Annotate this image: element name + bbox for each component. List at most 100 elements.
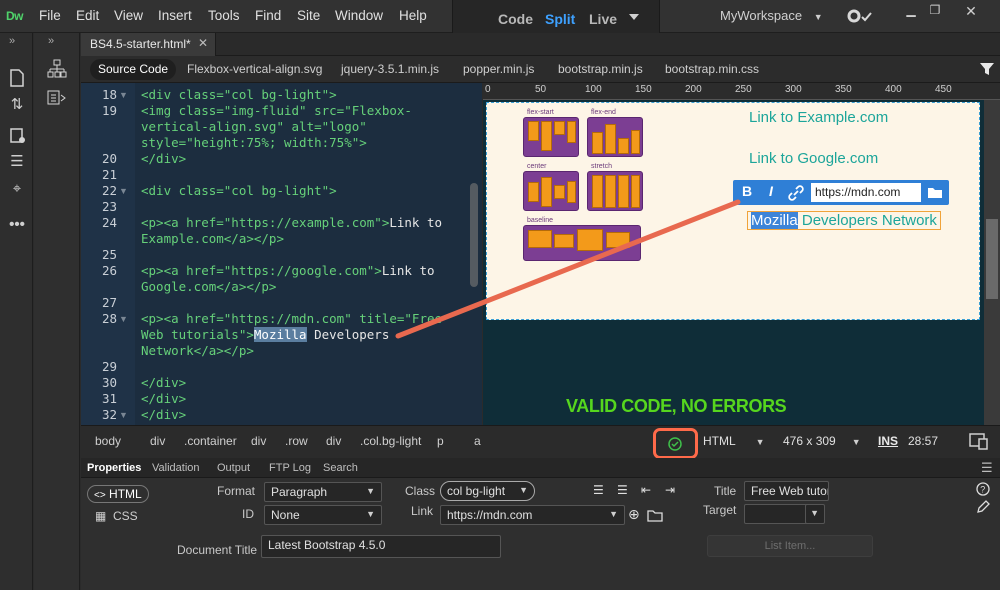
- code-line[interactable]: <img class="img-fluid" src="Flexbox-: [141, 103, 412, 118]
- document-tab[interactable]: BS4.5-starter.html* ✕: [81, 33, 216, 56]
- outdent-icon[interactable]: ⇤: [641, 483, 651, 497]
- code-line[interactable]: </div>: [141, 407, 186, 422]
- window-size-select[interactable]: 476 x 309 ▼: [783, 434, 861, 448]
- code-line[interactable]: Web tutorials">Mozilla Developers: [141, 327, 389, 342]
- tab-search[interactable]: Search: [323, 462, 358, 474]
- fold-toggle-icon[interactable]: ▼: [119, 90, 128, 100]
- unordered-list-icon[interactable]: ☰: [593, 483, 604, 497]
- related-file-source-code[interactable]: Source Code: [90, 59, 177, 80]
- menu-file[interactable]: File: [39, 8, 61, 23]
- menu-insert[interactable]: Insert: [158, 8, 192, 23]
- document-type-select[interactable]: HTML ▼: [703, 434, 765, 448]
- open-documents-icon[interactable]: [9, 69, 25, 87]
- quick-tag-editor-icon[interactable]: [976, 500, 990, 514]
- tag-crumb-container[interactable]: .container: [178, 426, 243, 456]
- document-title-input[interactable]: Latest Bootstrap 4.5.0: [261, 535, 501, 558]
- live-view[interactable]: 0 50 100 150 200 250 300 350 400 450 fle…: [483, 83, 1000, 425]
- snippets-icon[interactable]: [47, 89, 69, 107]
- tab-properties[interactable]: Properties: [87, 462, 141, 474]
- class-select[interactable]: col bg-light ▼: [440, 481, 535, 501]
- list-item-button[interactable]: List Item...: [707, 535, 873, 557]
- google-link[interactable]: Link to Google.com: [749, 150, 878, 167]
- code-line[interactable]: <p><a href="https://google.com">Link to: [141, 263, 435, 278]
- tag-crumb-col[interactable]: .col.bg-light: [354, 426, 427, 456]
- help-icon[interactable]: ?: [976, 482, 990, 496]
- tag-crumb-div[interactable]: div: [320, 426, 347, 456]
- code-line[interactable]: </div>: [141, 391, 186, 406]
- file-management-icon[interactable]: ⇅: [7, 95, 27, 115]
- insert-mode-indicator[interactable]: INS: [878, 434, 898, 448]
- related-file-popper[interactable]: popper.min.js: [463, 62, 534, 76]
- tag-crumb-body[interactable]: body: [89, 426, 127, 456]
- flexbox-illustration[interactable]: flex-start flex-end center stretch basel…: [521, 103, 651, 263]
- rendered-page[interactable]: flex-start flex-end center stretch basel…: [486, 102, 980, 320]
- fold-toggle-icon[interactable]: ▼: [119, 314, 128, 324]
- tab-ftp-log[interactable]: FTP Log: [269, 462, 311, 474]
- close-window-icon[interactable]: ✕: [962, 3, 980, 19]
- expand-panels-icon[interactable]: »: [48, 35, 54, 47]
- fold-toggle-icon[interactable]: ▼: [119, 410, 128, 420]
- target-icon[interactable]: ⌖: [7, 179, 27, 199]
- code-line[interactable]: Example.com</a></p>: [141, 231, 284, 246]
- code-line[interactable]: style="height:75%; width:75%">: [141, 135, 367, 150]
- dom-tree-icon[interactable]: [47, 59, 67, 79]
- menu-edit[interactable]: Edit: [76, 8, 99, 23]
- menu-find[interactable]: Find: [255, 8, 281, 23]
- split-view-button[interactable]: Split: [545, 11, 575, 27]
- related-file-bootstrap-js[interactable]: bootstrap.min.js: [558, 62, 643, 76]
- id-select[interactable]: None ▼: [264, 505, 382, 525]
- code-line[interactable]: Network</a></p>: [141, 343, 254, 358]
- workspace-switcher[interactable]: MyWorkspace ▼: [720, 8, 823, 23]
- html-mode-button[interactable]: <> HTML: [87, 485, 149, 503]
- menu-tools[interactable]: Tools: [208, 8, 240, 23]
- close-tab-icon[interactable]: ✕: [198, 36, 208, 50]
- italic-button[interactable]: I: [760, 183, 782, 202]
- code-view-button[interactable]: Code: [498, 11, 533, 27]
- browse-folder-icon[interactable]: [925, 183, 945, 202]
- format-source-icon[interactable]: ☰: [7, 152, 27, 172]
- link-url-input[interactable]: https://mdn.com: [811, 183, 921, 202]
- code-line[interactable]: <p><a href="https://mdn.com" title="Free: [141, 311, 442, 326]
- code-line[interactable]: vertical-align.svg" alt="logo": [141, 119, 367, 134]
- link-icon[interactable]: [788, 185, 804, 201]
- css-mode-button[interactable]: ▦ CSS: [95, 509, 138, 523]
- code-line[interactable]: <p><a href="https://example.com">Link to: [141, 215, 442, 230]
- title-input[interactable]: Free Web tutori: [744, 481, 829, 501]
- tab-validation[interactable]: Validation: [152, 462, 200, 474]
- menu-view[interactable]: View: [114, 8, 143, 23]
- code-view[interactable]: 18 ▼ <div class="col bg-light"> 19 <img clas…: [81, 83, 482, 425]
- related-file-bootstrap-css[interactable]: bootstrap.min.css: [665, 62, 759, 76]
- point-to-file-icon[interactable]: ⊕: [628, 506, 640, 523]
- link-input[interactable]: https://mdn.com ▼: [440, 505, 625, 525]
- menu-site[interactable]: Site: [297, 8, 320, 23]
- filter-icon[interactable]: [979, 61, 995, 77]
- live-view-button[interactable]: Live: [589, 11, 617, 27]
- browse-folder-icon[interactable]: [647, 508, 663, 522]
- tag-crumb-div[interactable]: div: [245, 426, 272, 456]
- preview-device-icon[interactable]: [969, 432, 989, 450]
- code-scrollbar[interactable]: [470, 183, 478, 287]
- code-line[interactable]: </div>: [141, 151, 186, 166]
- panel-menu-icon[interactable]: ☰: [981, 460, 993, 476]
- validation-status-button[interactable]: [653, 428, 698, 459]
- validate-icon[interactable]: [9, 127, 27, 145]
- live-view-scroll-thumb[interactable]: [986, 219, 998, 299]
- menu-help[interactable]: Help: [399, 8, 427, 23]
- code-line[interactable]: Google.com</a></p>: [141, 279, 276, 294]
- tag-crumb-a[interactable]: a: [468, 426, 487, 456]
- code-line[interactable]: <div class="col bg-light">: [141, 87, 337, 102]
- tab-output[interactable]: Output: [217, 462, 250, 474]
- code-line[interactable]: <div class="col bg-light">: [141, 183, 337, 198]
- tag-crumb-p[interactable]: p: [431, 426, 450, 456]
- restore-icon[interactable]: ❐: [926, 3, 944, 17]
- ordered-list-icon[interactable]: ☰: [617, 483, 628, 497]
- tag-crumb-div[interactable]: div: [144, 426, 171, 456]
- format-select[interactable]: Paragraph ▼: [264, 482, 382, 502]
- related-file-jquery[interactable]: jquery-3.5.1.min.js: [341, 62, 439, 76]
- fold-toggle-icon[interactable]: ▼: [119, 186, 128, 196]
- bold-button[interactable]: B: [736, 183, 758, 202]
- example-link[interactable]: Link to Example.com: [749, 109, 888, 126]
- collapse-icon[interactable]: »: [9, 35, 15, 47]
- target-dropdown[interactable]: ▼: [805, 504, 825, 524]
- menu-window[interactable]: Window: [335, 8, 383, 23]
